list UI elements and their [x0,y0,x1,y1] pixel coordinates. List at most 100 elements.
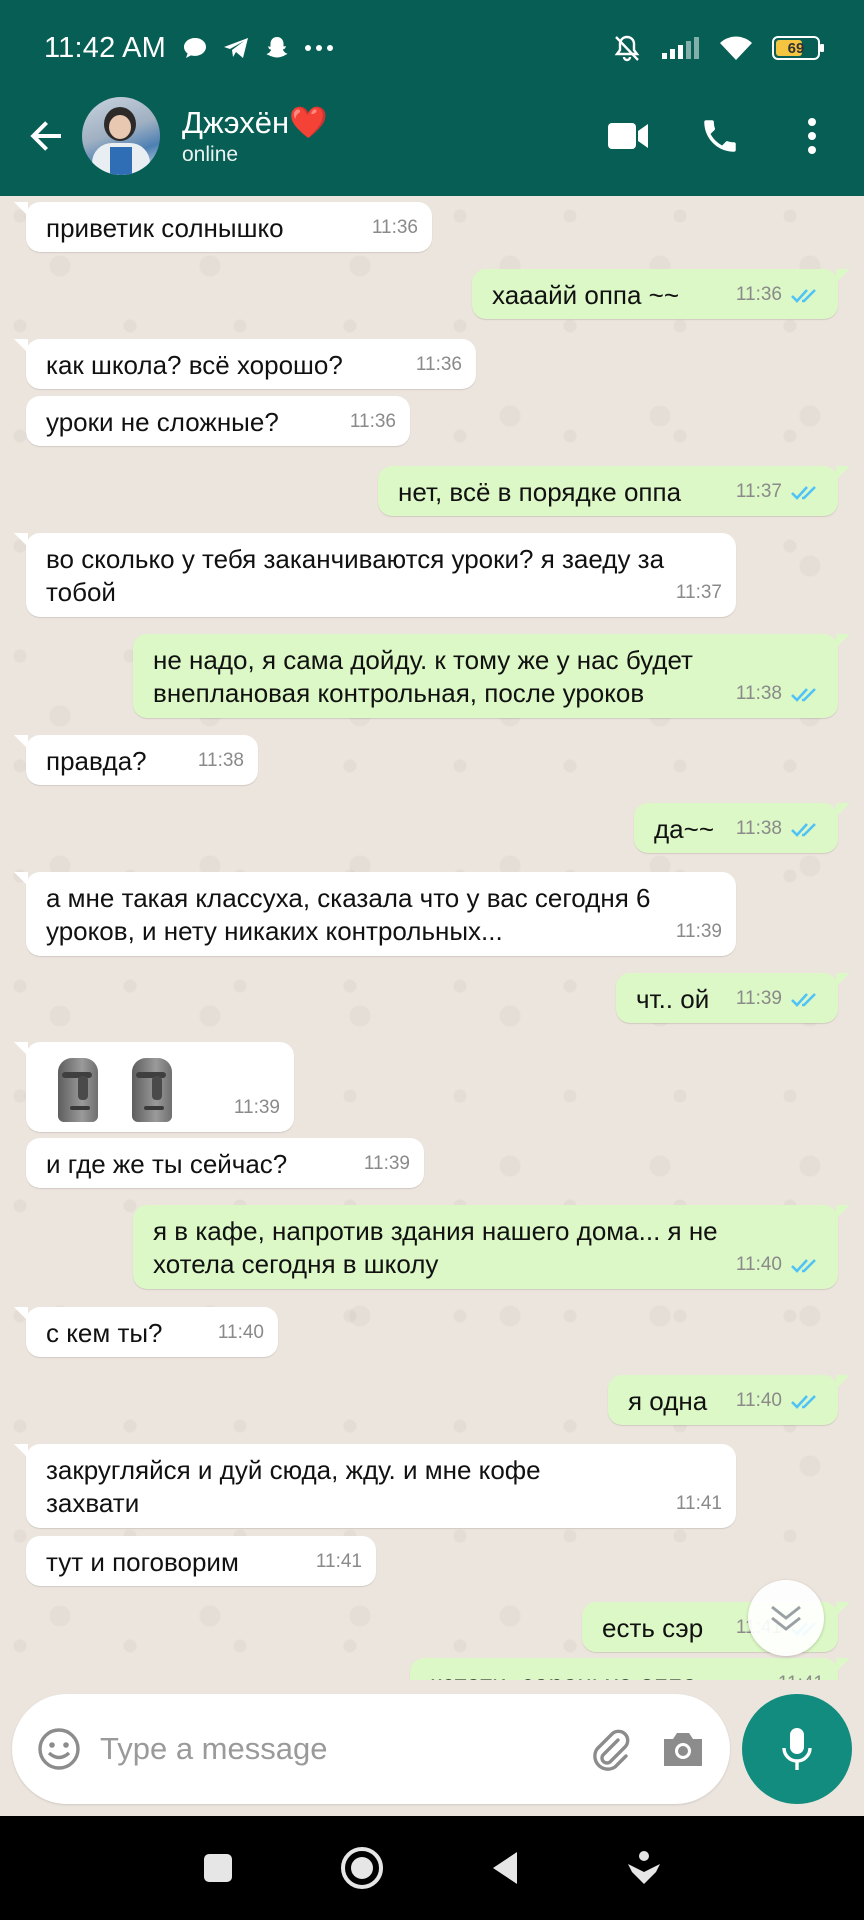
message-time: 11:37 [735,481,782,502]
message-time: 11:36 [371,217,418,238]
contact-avatar[interactable] [82,96,160,175]
message-text: нет, всё в порядке оппа [398,477,682,507]
message-incoming[interactable]: с кем ты? 11:40 [14,1307,278,1357]
message-composer [12,1694,730,1804]
message-outgoing[interactable]: я одна 11:40 [608,1375,850,1425]
recents-button[interactable] [202,1852,234,1884]
double-chevron-down-icon [771,1605,801,1631]
message-text: закругляйся и дуй сюда, жду. и мне кофе … [46,1455,541,1518]
message-text: я одна [628,1386,708,1416]
status-time: 11:42 AM [44,31,166,64]
mute-bell-icon [614,35,640,62]
video-call-button[interactable] [600,108,656,164]
message-text: как школа? всё хорошо? [46,350,343,380]
message-outgoing-partial[interactable]: кстати, сараньхе оппа 11:41 [410,1658,850,1680]
double-check-icon [791,1258,816,1273]
message-incoming[interactable]: как школа? всё хорошо? 11:36 [14,339,476,389]
wifi-icon [720,36,752,60]
message-time: 11:39 [735,988,782,1009]
back-nav-button[interactable] [489,1850,521,1886]
message-input[interactable] [98,1730,588,1768]
message-outgoing[interactable]: не надо, я сама дойду. к тому же у нас б… [133,634,850,718]
message-time: 11:38 [735,683,782,704]
scroll-to-bottom-button[interactable] [748,1580,824,1656]
phone-icon [704,119,736,152]
message-time: 11:36 [735,284,782,305]
message-text: с кем ты? [46,1318,163,1348]
system-navigation-bar [0,1816,864,1920]
message-time: 11:40 [735,1390,782,1411]
message-time: 11:36 [349,411,396,432]
message-text: во сколько у тебя заканчиваются уроки? я… [46,544,665,607]
message-time: 11:39 [675,921,722,942]
message-incoming[interactable]: а мне такая классуха, сказала что у вас … [14,872,736,956]
message-time: 11:37 [675,582,722,603]
moai-emoji-icon [52,1054,104,1126]
message-incoming[interactable]: правда? 11:38 [14,735,258,785]
message-time: 11:41 [778,1667,824,1680]
message-time: 11:39 [363,1153,410,1174]
snapchat-icon [266,37,288,58]
camera-icon[interactable] [660,1729,706,1769]
notification-icons [182,35,334,61]
message-list[interactable]: приветик солнышко 11:36 хааайй оппа ~~ 1… [0,196,864,1680]
battery-level: 69 [787,39,805,57]
message-incoming[interactable]: уроки не сложные? 11:36 [26,396,410,446]
message-outgoing[interactable]: чт.. ой 11:39 [616,973,850,1023]
paperclip-icon[interactable] [588,1726,634,1772]
message-text: кстати, сараньхе оппа [430,1669,697,1680]
microphone-icon [782,1728,812,1770]
message-outgoing[interactable]: я в кафе, напротив здания нашего дома...… [133,1205,850,1289]
message-time: 11:38 [735,818,782,839]
message-time: 11:40 [217,1322,264,1343]
message-text: я в кафе, напротив здания нашего дома...… [153,1216,718,1279]
message-time: 11:40 [735,1254,782,1275]
message-time: 11:36 [415,354,462,375]
double-check-icon [791,687,816,702]
contact-name: Джэхён❤️ [182,104,328,140]
message-time: 11:41 [675,1493,722,1514]
contact-info[interactable]: Джэхён❤️ online [182,105,328,167]
chat-header: Джэхён❤️ online [0,75,864,196]
message-incoming[interactable]: тут и поговорим 11:41 [26,1536,376,1586]
contact-status: online [182,142,239,166]
double-check-icon [791,485,816,500]
message-text: и где же ты сейчас? [46,1149,288,1179]
voice-call-button[interactable] [692,108,748,164]
message-outgoing[interactable]: хааайй оппа ~~ 11:36 [472,269,850,319]
home-button[interactable] [339,1845,385,1891]
back-button[interactable] [12,101,82,171]
message-text: чт.. ой [636,984,710,1014]
message-text: есть сэр [602,1613,704,1643]
message-text: приветик солнышко [46,213,284,243]
moai-emoji-icon [126,1054,178,1126]
message-text: не надо, я сама дойду. к тому же у нас б… [153,645,693,708]
message-incoming-emoji[interactable]: 11:39 [14,1042,294,1132]
message-incoming[interactable]: и где же ты сейчас? 11:39 [26,1138,424,1188]
double-check-icon [791,1394,816,1409]
message-text: тут и поговорим [46,1547,239,1577]
voice-message-button[interactable] [742,1694,852,1804]
message-text: а мне такая классуха, сказала что у вас … [46,883,651,946]
system-icons: 69 [612,33,824,63]
signal-icon [662,37,699,59]
message-text: правда? [46,746,147,776]
arrow-left-icon [30,120,61,151]
message-incoming[interactable]: во сколько у тебя заканчиваются уроки? я… [14,533,736,617]
menu-button[interactable] [784,108,840,164]
double-check-icon [791,288,816,303]
message-outgoing[interactable]: нет, всё в порядке оппа 11:37 [378,466,850,516]
chat-notification-icon [183,38,206,58]
video-camera-icon [608,122,648,149]
telegram-icon [223,38,248,58]
message-incoming[interactable]: приветик солнышко 11:36 [14,202,432,252]
more-notifications-icon [304,45,333,51]
message-outgoing[interactable]: да~~ 11:38 [634,803,850,853]
message-text: уроки не сложные? [46,407,279,437]
emoji-icon[interactable] [36,1726,82,1772]
more-vertical-icon [808,117,816,154]
message-time: 11:41 [315,1551,362,1572]
accessibility-button[interactable] [626,1850,662,1886]
message-incoming[interactable]: закругляйся и дуй сюда, жду. и мне кофе … [14,1444,736,1528]
message-time: 11:38 [197,750,244,771]
